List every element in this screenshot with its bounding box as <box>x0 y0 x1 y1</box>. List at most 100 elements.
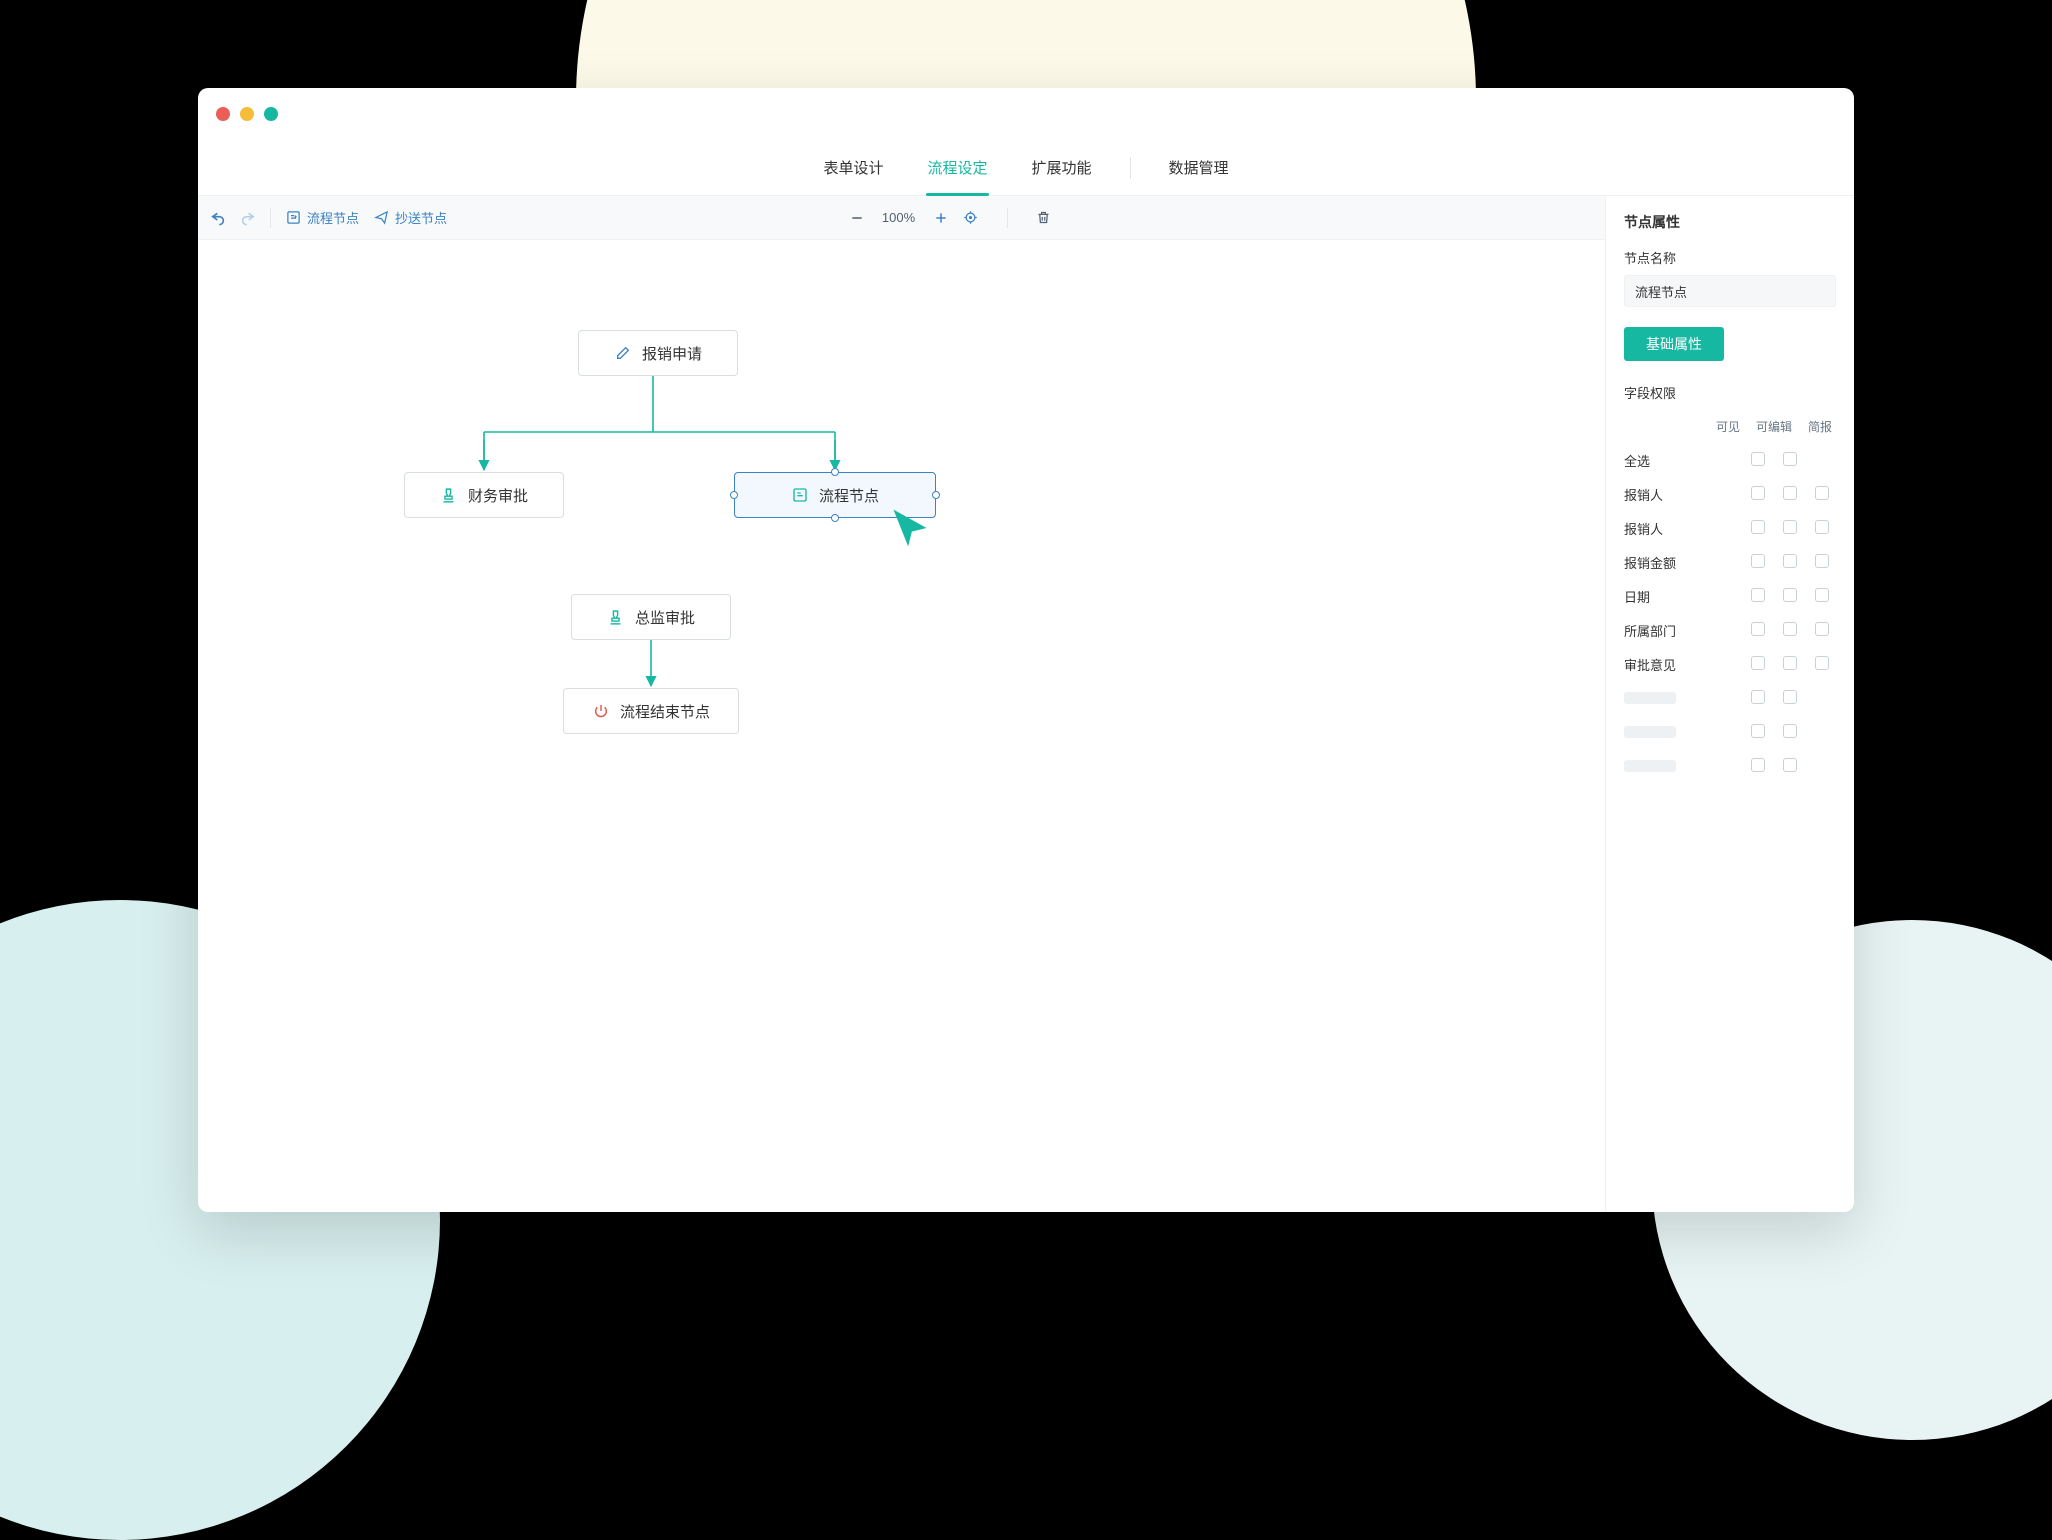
perm-row-name: 审批意见 <box>1624 655 1744 674</box>
perm-row-name: 日期 <box>1624 587 1744 606</box>
checkbox[interactable] <box>1783 758 1797 772</box>
resize-handle[interactable] <box>831 468 839 476</box>
node-label: 流程结束节点 <box>620 701 710 722</box>
perm-row <box>1624 715 1836 749</box>
perm-row-name <box>1624 692 1744 704</box>
checkbox[interactable] <box>1815 486 1829 500</box>
add-cc-node-label: 抄送节点 <box>395 208 447 227</box>
checkbox[interactable] <box>1783 588 1797 602</box>
col-brief: 简报 <box>1806 418 1834 435</box>
resize-handle[interactable] <box>730 491 738 499</box>
checkbox[interactable] <box>1815 656 1829 670</box>
checkbox[interactable] <box>1751 452 1765 466</box>
delete-icon[interactable] <box>1036 210 1052 226</box>
window-titlebar <box>198 88 1854 140</box>
checkbox[interactable] <box>1783 724 1797 738</box>
stamp-icon <box>440 486 458 504</box>
close-dot[interactable] <box>216 107 230 121</box>
checkbox[interactable] <box>1783 656 1797 670</box>
zoom-in-icon[interactable] <box>933 210 949 226</box>
node-name-input[interactable]: 流程节点 <box>1624 275 1836 307</box>
perm-row-name: 报销金额 <box>1624 553 1744 572</box>
panel-title: 节点属性 <box>1624 212 1836 232</box>
resize-handle[interactable] <box>831 514 839 522</box>
app-window: 表单设计 流程设定 扩展功能 数据管理 <box>198 88 1854 1212</box>
perm-row: 日期 <box>1624 579 1836 613</box>
node-name-label: 节点名称 <box>1624 248 1836 267</box>
zoom-value: 100% <box>879 210 919 225</box>
flow-icon <box>791 486 809 504</box>
cursor-pointer-icon <box>888 506 932 550</box>
checkbox[interactable] <box>1783 486 1797 500</box>
checkbox[interactable] <box>1815 554 1829 568</box>
col-editable: 可编辑 <box>1756 418 1792 435</box>
checkbox[interactable] <box>1751 486 1765 500</box>
maximize-dot[interactable] <box>264 107 278 121</box>
checkbox[interactable] <box>1751 520 1765 534</box>
checkbox[interactable] <box>1783 520 1797 534</box>
minimize-dot[interactable] <box>240 107 254 121</box>
node-label: 流程节点 <box>819 485 879 506</box>
tab-extensions[interactable]: 扩展功能 <box>1010 140 1114 195</box>
perm-row <box>1624 749 1836 783</box>
col-visible: 可见 <box>1714 418 1742 435</box>
perm-rows: 全选报销人报销人报销金额日期所属部门审批意见 <box>1624 443 1836 783</box>
node-director[interactable]: 总监审批 <box>571 594 731 640</box>
perm-row-name: 报销人 <box>1624 519 1744 538</box>
tab-flow-settings[interactable]: 流程设定 <box>905 140 1009 195</box>
checkbox[interactable] <box>1751 724 1765 738</box>
checkbox[interactable] <box>1751 758 1765 772</box>
checkbox[interactable] <box>1751 554 1765 568</box>
checkbox[interactable] <box>1751 690 1765 704</box>
redo-icon[interactable] <box>240 210 256 226</box>
checkbox[interactable] <box>1815 520 1829 534</box>
cc-node-icon <box>373 210 389 226</box>
perm-row-name: 报销人 <box>1624 485 1744 504</box>
perm-row: 审批意见 <box>1624 647 1836 681</box>
flow-canvas[interactable]: 报销申请 财务审批 流程节点 <box>198 240 1605 1212</box>
checkbox[interactable] <box>1783 690 1797 704</box>
node-label: 财务审批 <box>468 485 528 506</box>
flow-node-icon <box>285 210 301 226</box>
perm-row: 所属部门 <box>1624 613 1836 647</box>
checkbox[interactable] <box>1783 554 1797 568</box>
perm-row-name <box>1624 726 1744 738</box>
checkbox[interactable] <box>1751 588 1765 602</box>
add-flow-node-button[interactable]: 流程节点 <box>285 208 359 227</box>
properties-panel: 节点属性 节点名称 流程节点 基础属性 字段权限 可见 可编辑 简报 全选报销人… <box>1606 196 1854 1212</box>
tab-form-design[interactable]: 表单设计 <box>801 140 905 195</box>
main-tabs: 表单设计 流程设定 扩展功能 数据管理 <box>198 140 1854 196</box>
perm-row-name: 所属部门 <box>1624 621 1744 640</box>
perm-row-name: 全选 <box>1624 451 1744 470</box>
basic-props-button[interactable]: 基础属性 <box>1624 327 1724 361</box>
locate-icon[interactable] <box>963 210 979 226</box>
checkbox[interactable] <box>1783 452 1797 466</box>
perm-row <box>1624 681 1836 715</box>
perm-header: 可见 可编辑 简报 <box>1624 418 1836 435</box>
stamp-icon <box>607 608 625 626</box>
placeholder <box>1624 726 1676 738</box>
add-cc-node-button[interactable]: 抄送节点 <box>373 208 447 227</box>
checkbox[interactable] <box>1815 588 1829 602</box>
zoom-out-icon[interactable] <box>849 210 865 226</box>
checkbox[interactable] <box>1751 656 1765 670</box>
resize-handle[interactable] <box>932 491 940 499</box>
checkbox[interactable] <box>1783 622 1797 636</box>
node-finance[interactable]: 财务审批 <box>404 472 564 518</box>
checkbox[interactable] <box>1815 622 1829 636</box>
perm-row-name <box>1624 760 1744 772</box>
perm-row: 全选 <box>1624 443 1836 477</box>
perm-row: 报销人 <box>1624 477 1836 511</box>
node-start[interactable]: 报销申请 <box>578 330 738 376</box>
field-perm-title: 字段权限 <box>1624 383 1836 402</box>
edit-icon <box>614 344 632 362</box>
canvas-toolbar: 流程节点 抄送节点 100% <box>198 196 1605 240</box>
checkbox[interactable] <box>1751 622 1765 636</box>
flow-edges <box>198 240 1605 1212</box>
undo-icon[interactable] <box>210 210 226 226</box>
tab-divider <box>1130 157 1131 179</box>
node-label: 总监审批 <box>635 607 695 628</box>
tab-data-mgmt[interactable]: 数据管理 <box>1147 140 1251 195</box>
placeholder <box>1624 760 1676 772</box>
node-end[interactable]: 流程结束节点 <box>563 688 739 734</box>
